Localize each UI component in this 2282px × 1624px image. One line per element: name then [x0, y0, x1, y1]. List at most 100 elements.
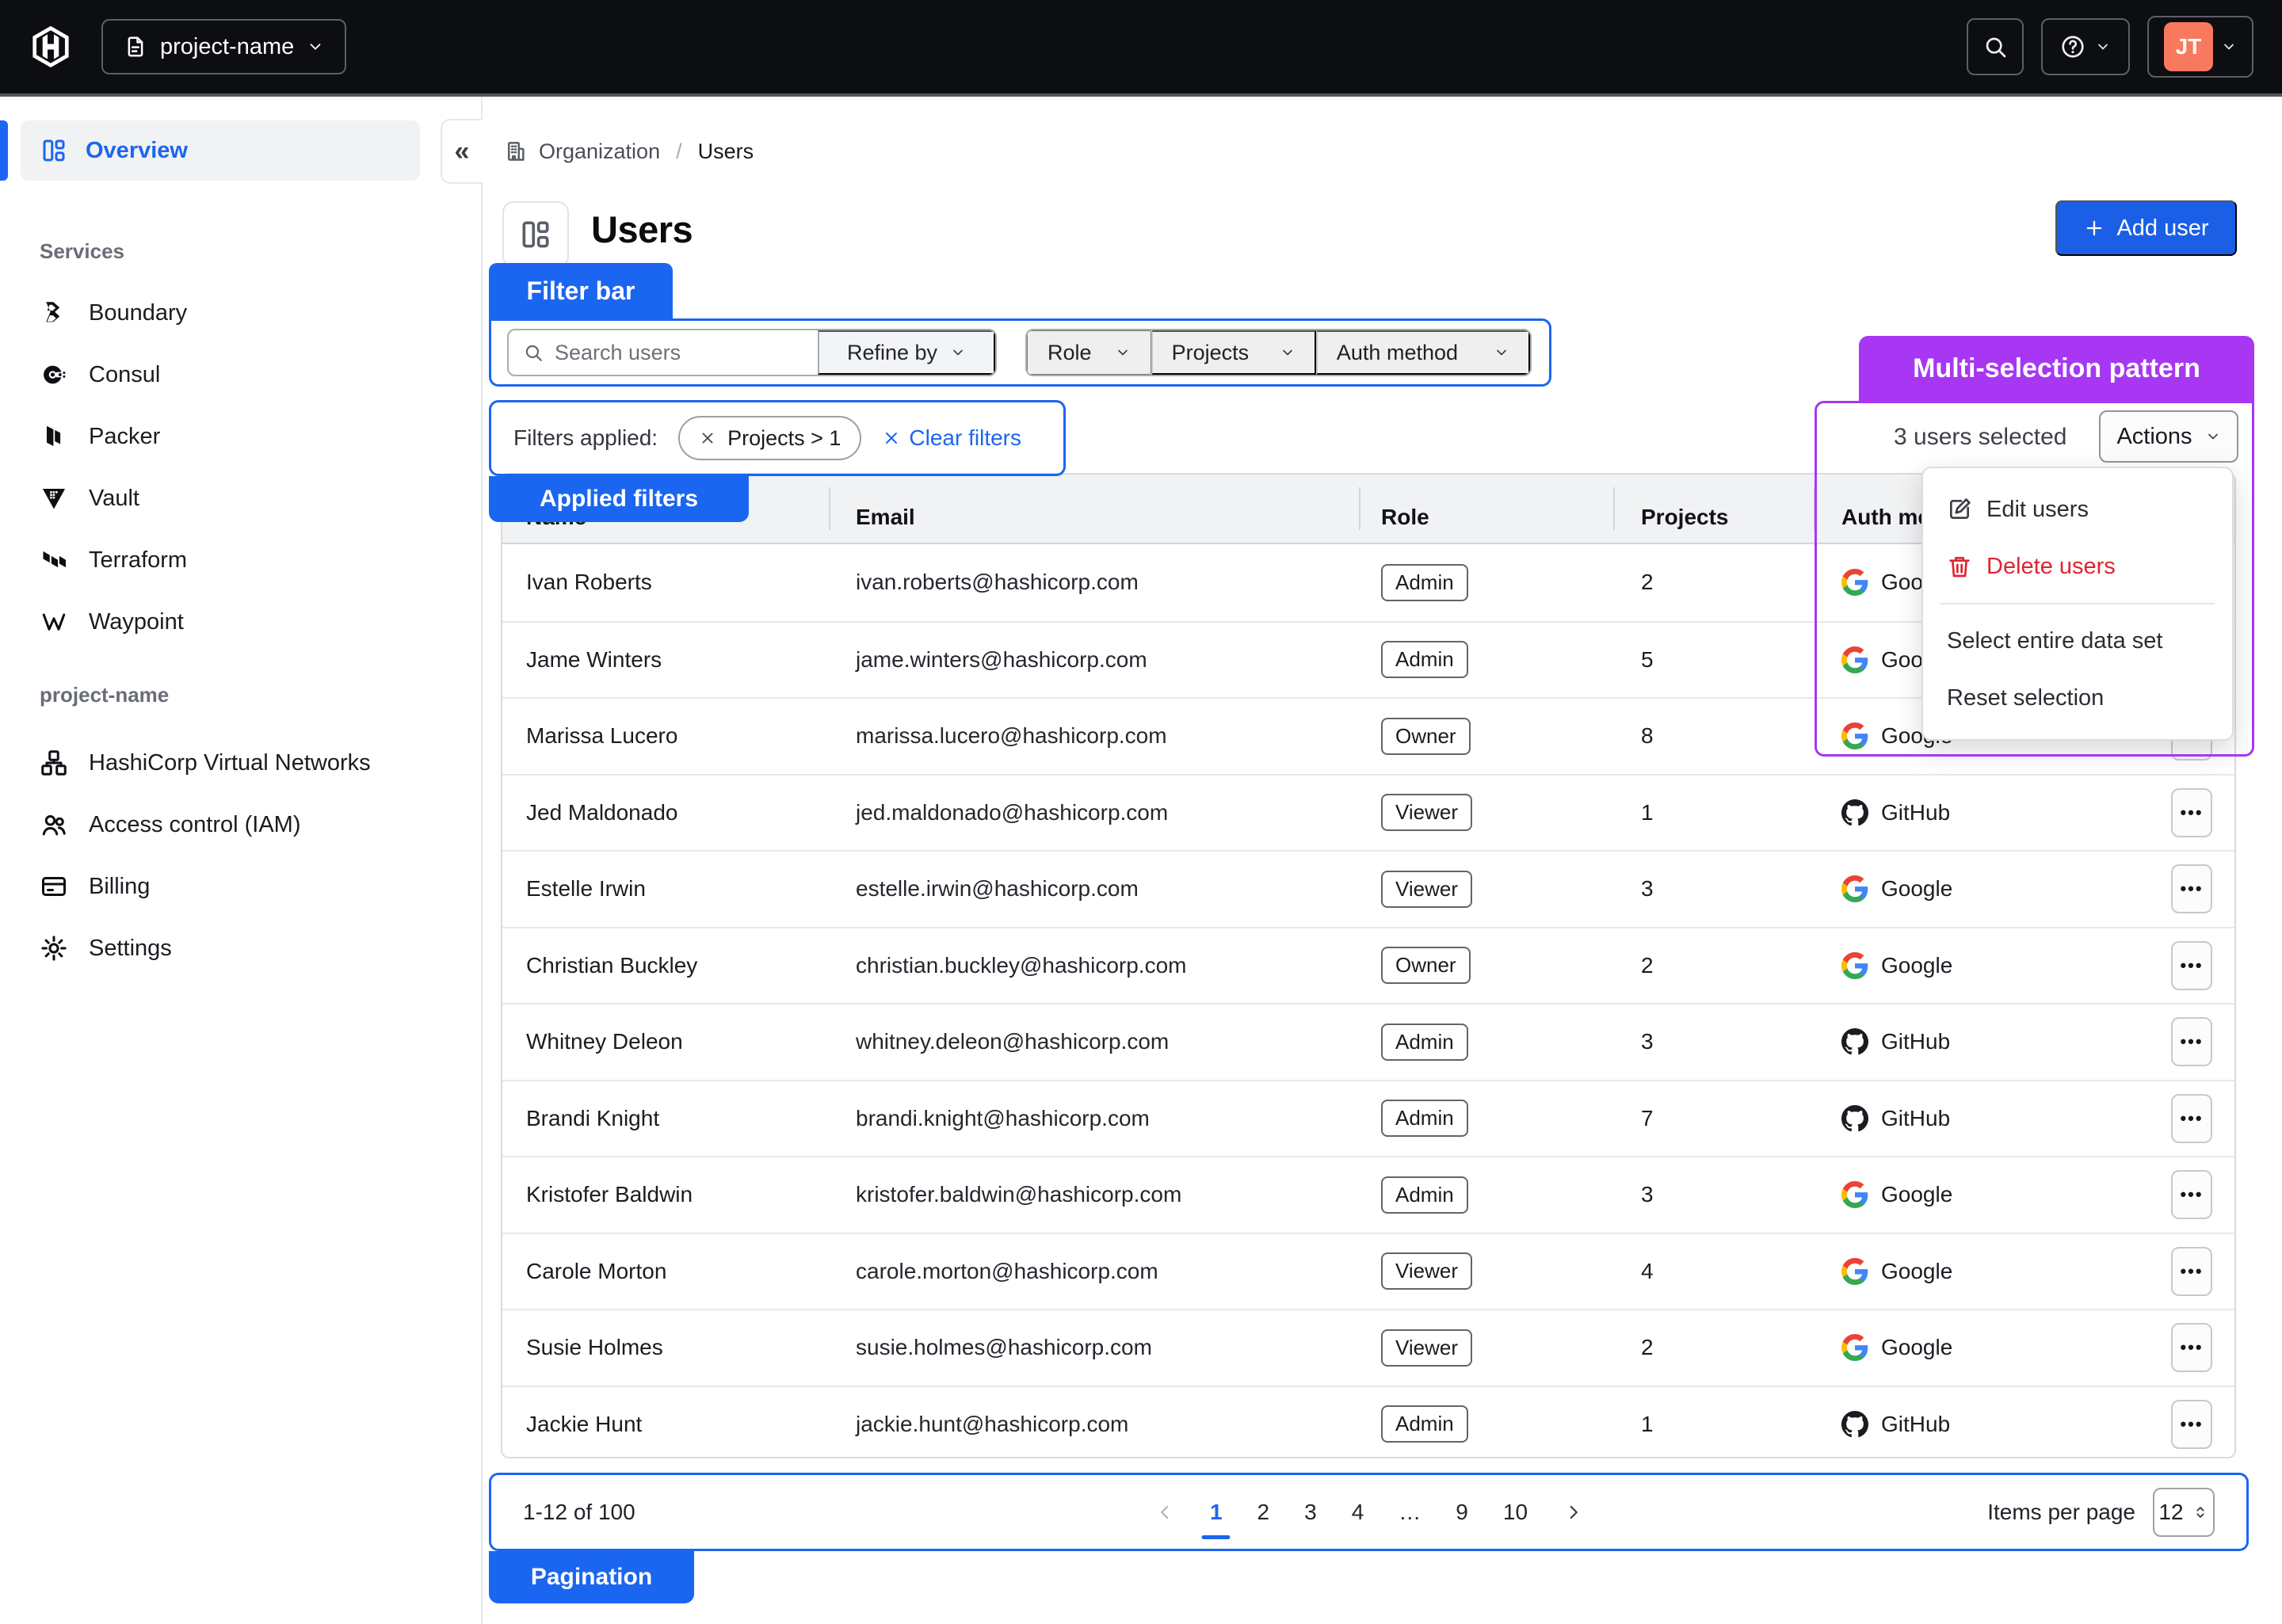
page-number-3[interactable]: 3 — [1304, 1500, 1317, 1525]
sidebar-item-billing[interactable]: Billing — [0, 856, 481, 917]
chevron-down-icon — [1280, 345, 1296, 360]
user-name: Brandi Knight — [526, 1106, 856, 1131]
row-actions-button[interactable]: ••• — [2171, 864, 2212, 913]
menu-item-label: Reset selection — [1947, 685, 2104, 711]
auth-method-label: Google — [1881, 876, 1952, 902]
auth-method-cell: GitHub — [1841, 1105, 2171, 1132]
page-number-10[interactable]: 10 — [1503, 1500, 1528, 1525]
select-carets-icon — [2192, 1504, 2209, 1521]
refine-by-label: Refine by — [847, 341, 937, 365]
header-divider — [1359, 487, 1360, 530]
sidebar-item-overview[interactable]: Overview — [21, 120, 420, 181]
annotation-multi-selection: Multi-selection pattern — [1859, 336, 2254, 401]
auth-method-cell: Google — [1841, 952, 2171, 979]
pagination-range: 1-12 of 100 — [523, 1500, 635, 1525]
chevron-down-icon — [2221, 39, 2237, 55]
sidebar-item-packer[interactable]: Packer — [0, 406, 481, 467]
filter-chip[interactable]: Projects > 1 — [678, 416, 861, 460]
auth-method-label: Google — [1881, 1259, 1952, 1284]
role-cell: Admin — [1381, 564, 1641, 601]
page-number-2[interactable]: 2 — [1257, 1500, 1270, 1525]
sidebar-item-label: Vault — [89, 486, 139, 512]
role-cell: Viewer — [1381, 1252, 1641, 1290]
previous-page-button[interactable] — [1154, 1502, 1175, 1523]
table-row: Jackie Huntjackie.hunt@hashicorp.comAdmi… — [502, 1386, 2234, 1459]
app: project-name JT Overview Services Bounda… — [0, 0, 2282, 1624]
column-header-role[interactable]: Role — [1381, 487, 1641, 530]
filter-chip-label: Projects > 1 — [727, 426, 841, 451]
sidebar-collapse-button[interactable]: « — [441, 119, 483, 184]
role-cell: Owner — [1381, 947, 1641, 984]
avatar: JT — [2164, 22, 2213, 71]
row-actions-button[interactable]: ••• — [2171, 1170, 2212, 1219]
chevron-down-icon — [307, 38, 324, 55]
filter-bar: Refine by RoleProjectsAuth method — [489, 318, 1551, 387]
sidebar-item-settings[interactable]: Settings — [0, 917, 481, 979]
row-actions-button[interactable]: ••• — [2171, 941, 2212, 990]
sidebar-item-vault[interactable]: Vault — [0, 467, 481, 529]
role-badge: Admin — [1381, 641, 1468, 678]
filters-applied-label: Filters applied: — [513, 425, 658, 451]
breadcrumb-separator: / — [676, 139, 682, 164]
user-email: marissa.lucero@hashicorp.com — [856, 723, 1381, 749]
add-user-button[interactable]: Add user — [2055, 200, 2237, 256]
clear-filters-button[interactable]: Clear filters — [882, 425, 1021, 451]
items-per-page-select[interactable]: 12 — [2153, 1488, 2215, 1537]
search-input[interactable] — [555, 341, 803, 365]
row-actions-button[interactable]: ••• — [2171, 1247, 2212, 1296]
remove-filter-icon[interactable] — [699, 429, 716, 447]
pager: 1 2 3 4 … 9 10 — [1154, 1500, 1583, 1525]
edit-icon — [1947, 497, 1972, 522]
actions-dropdown-button[interactable]: Actions — [2099, 410, 2238, 463]
user-name: Christian Buckley — [526, 953, 856, 978]
user-menu-button[interactable]: JT — [2147, 16, 2253, 78]
selection-count: 3 users selected — [1894, 412, 2066, 463]
role-badge: Admin — [1381, 1405, 1468, 1443]
row-actions-button[interactable]: ••• — [2171, 788, 2212, 837]
project-switcher-button[interactable]: project-name — [101, 19, 346, 74]
page-number-4[interactable]: 4 — [1352, 1500, 1364, 1525]
column-header-email[interactable]: Email — [856, 487, 1381, 530]
sidebar-item-access-control-iam[interactable]: Access control (IAM) — [0, 794, 481, 856]
next-page-button[interactable] — [1563, 1502, 1583, 1523]
row-actions-button[interactable]: ••• — [2171, 1400, 2212, 1449]
table-row: Kristofer Baldwinkristofer.baldwin@hashi… — [502, 1156, 2234, 1233]
filter-dropdown-auth-method[interactable]: Auth method — [1316, 330, 1530, 375]
page-number-9[interactable]: 9 — [1456, 1500, 1468, 1525]
auth-method-label: GitHub — [1881, 800, 1950, 825]
global-search-button[interactable] — [1967, 18, 2024, 75]
github-icon — [1841, 1028, 1868, 1055]
annotation-applied-filters: Applied filters — [489, 476, 749, 522]
sidebar-item-terraform[interactable]: Terraform — [0, 529, 481, 591]
page-ellipsis: … — [1399, 1500, 1421, 1525]
sidebar-item-label: HashiCorp Virtual Networks — [89, 750, 371, 776]
filter-dropdown-projects[interactable]: Projects — [1151, 330, 1316, 375]
filter-dropdown-role[interactable]: Role — [1027, 330, 1151, 375]
breadcrumb-organization[interactable]: Organization — [539, 139, 660, 164]
user-email: carole.morton@hashicorp.com — [856, 1259, 1381, 1284]
row-actions-button[interactable]: ••• — [2171, 1323, 2212, 1372]
sidebar-item-label: Access control (IAM) — [89, 812, 301, 838]
sidebar-item-consul[interactable]: Consul — [0, 344, 481, 406]
projects-count: 3 — [1641, 1182, 1841, 1207]
sidebar-item-waypoint[interactable]: Waypoint — [0, 591, 481, 653]
boundary-icon — [40, 299, 68, 327]
items-per-page-label: Items per page — [1987, 1500, 2135, 1525]
auth-method-cell: Google — [1841, 1181, 2171, 1208]
menu-item-reset-selection[interactable]: Reset selection — [1923, 669, 2232, 726]
page-number-1[interactable]: 1 — [1210, 1500, 1223, 1525]
user-email: brandi.knight@hashicorp.com — [856, 1106, 1381, 1131]
column-header-projects[interactable]: Projects — [1641, 487, 1841, 530]
sidebar-item-boundary[interactable]: Boundary — [0, 282, 481, 344]
items-per-page: Items per page 12 — [1987, 1488, 2215, 1537]
refine-by-button[interactable]: Refine by — [818, 330, 995, 375]
row-actions-button[interactable]: ••• — [2171, 1017, 2212, 1066]
menu-item-select-entire-data-set[interactable]: Select entire data set — [1923, 612, 2232, 669]
sidebar-item-hashicorp-virtual-networks[interactable]: HashiCorp Virtual Networks — [0, 732, 481, 794]
auth-method-label: Google — [1881, 953, 1952, 978]
menu-item-edit-users[interactable]: Edit users — [1923, 481, 2232, 538]
gear-icon — [40, 934, 68, 963]
help-menu-button[interactable] — [2041, 18, 2130, 75]
row-actions-button[interactable]: ••• — [2171, 1094, 2212, 1143]
menu-item-delete-users[interactable]: Delete users — [1923, 538, 2232, 595]
